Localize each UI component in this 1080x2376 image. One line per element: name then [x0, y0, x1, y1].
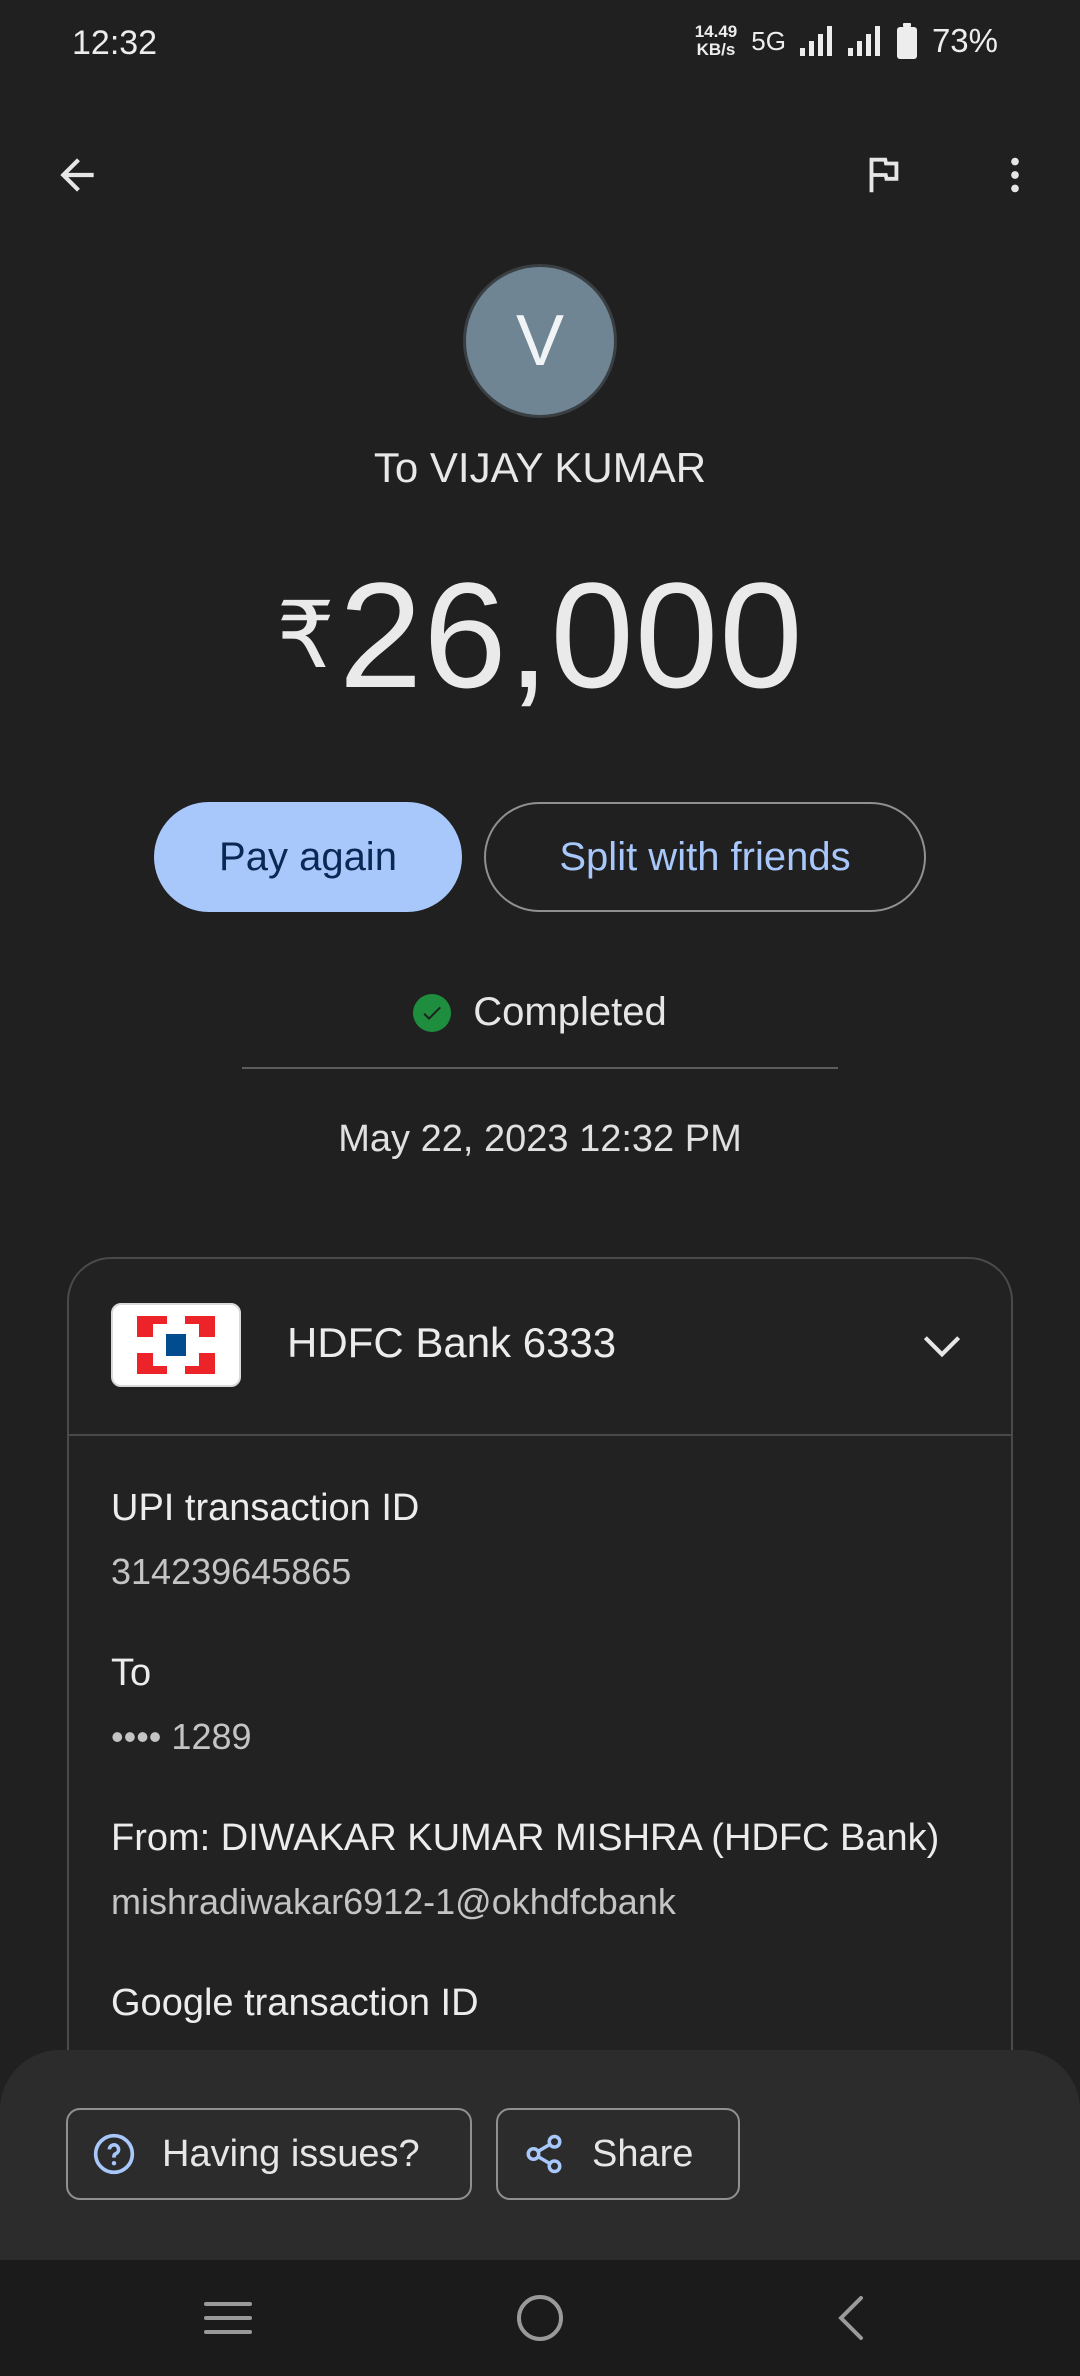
hdfc-bank-logo — [111, 1303, 241, 1387]
network-speed: 14.49 KB/s — [695, 23, 738, 59]
from-label: From: DIWAKAR KUMAR MISHRA (HDFC Bank) — [111, 1817, 940, 1859]
bank-account-header[interactable]: HDFC Bank 6333 — [69, 1259, 1011, 1435]
battery-icon — [896, 23, 917, 59]
to-label: To — [111, 1652, 152, 1694]
amount: ₹ 26,000 — [0, 560, 1080, 710]
having-issues-button[interactable]: Having issues? — [66, 2108, 472, 2200]
check-circle-icon — [413, 993, 452, 1032]
status-label: Completed — [473, 990, 667, 1034]
network-type: 5G — [751, 25, 786, 56]
net-speed-unit: KB/s — [696, 40, 736, 59]
upi-id-value: 314239645865 — [111, 1551, 352, 1592]
google-txn-id-label: Google transaction ID — [111, 1982, 479, 2024]
chevron-left-icon — [838, 2296, 863, 2340]
amount-value: 26,000 — [338, 551, 804, 719]
having-issues-label: Having issues? — [162, 2132, 420, 2175]
share-button[interactable]: Share — [496, 2108, 740, 2200]
help-icon — [92, 2132, 136, 2176]
transaction-details-screen: 12:32 14.49 KB/s 5G 73% V To VIJAY KUMAR… — [0, 0, 1080, 2376]
divider — [242, 1067, 838, 1069]
status-bar: 12:32 14.49 KB/s 5G 73% — [0, 0, 1080, 90]
status-icons: 14.49 KB/s 5G 73% — [695, 22, 998, 60]
from-upi-value: mishradiwakar6912-1@okhdfcbank — [111, 1881, 676, 1922]
flag-icon — [869, 157, 899, 193]
signal-icon — [799, 26, 832, 56]
bank-account-name: HDFC Bank 6333 — [287, 1319, 617, 1366]
more-vert-icon — [1011, 157, 1019, 193]
avatar: V — [463, 264, 617, 418]
recents-button[interactable] — [183, 2278, 273, 2358]
split-with-friends-button[interactable]: Split with friends — [484, 802, 926, 912]
payment-status: Completed — [0, 990, 1080, 1035]
currency-symbol: ₹ — [276, 585, 335, 687]
upi-id-label: UPI transaction ID — [111, 1487, 420, 1529]
net-speed-value: 14.49 — [694, 22, 738, 41]
system-nav-bar — [0, 2260, 1080, 2376]
to-account-value: •••• 1289 — [111, 1716, 252, 1757]
more-options-button[interactable] — [970, 130, 1060, 220]
recipient-name: To VIJAY KUMAR — [373, 444, 707, 491]
pay-again-button[interactable]: Pay again — [154, 802, 462, 912]
arrow-left-icon — [60, 158, 94, 192]
home-button[interactable] — [495, 2278, 585, 2358]
back-button[interactable] — [32, 130, 122, 220]
chevron-down-icon — [923, 1336, 961, 1358]
home-circle-icon — [517, 2295, 563, 2341]
card-divider — [69, 1434, 1011, 1436]
transaction-datetime: May 22, 2023 12:32 PM — [338, 1118, 742, 1160]
share-icon — [522, 2132, 566, 2176]
share-label: Share — [592, 2132, 694, 2175]
menu-icon — [204, 2302, 252, 2334]
system-back-button[interactable] — [806, 2278, 896, 2358]
battery-percent: 73% — [931, 22, 998, 59]
status-time: 12:32 — [72, 24, 158, 62]
bottom-action-sheet: Having issues? Share — [0, 2050, 1080, 2260]
expand-button[interactable] — [907, 1311, 977, 1381]
signal-icon-2 — [847, 26, 880, 56]
report-button[interactable] — [838, 130, 928, 220]
